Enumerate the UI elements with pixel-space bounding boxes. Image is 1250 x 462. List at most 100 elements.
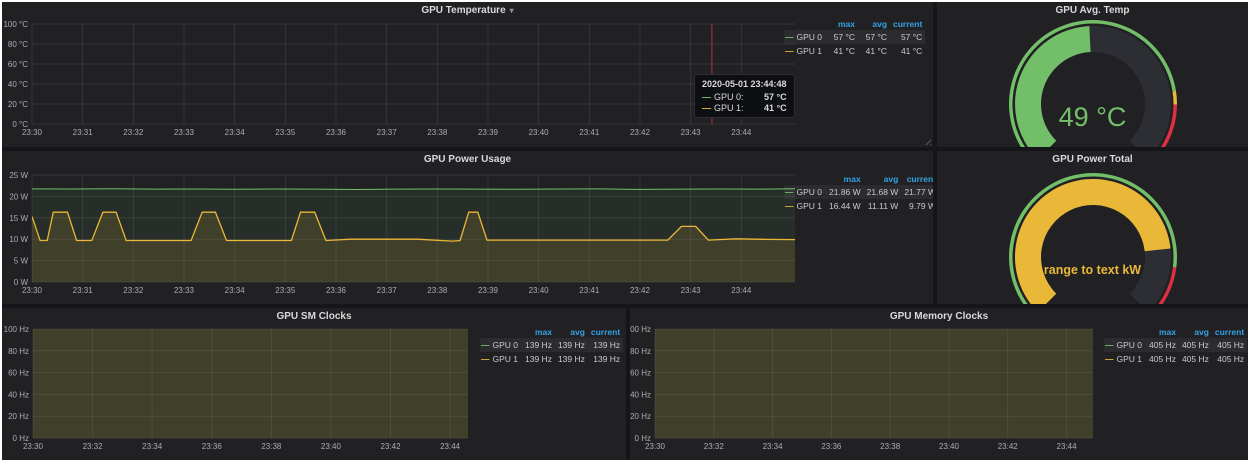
legend-value: 139 Hz	[522, 352, 555, 366]
series-color-dash: —	[785, 46, 794, 56]
svg-text:100 Hz: 100 Hz	[4, 325, 29, 334]
svg-text:80 °C: 80 °C	[8, 40, 28, 49]
chart-tooltip: 2020-05-01 23:44:48 — GPU 0: 57 °C — GPU…	[694, 74, 795, 118]
legend-row: —GPU 141 °C41 °C41 °C	[784, 44, 925, 58]
legend-value: 405 Hz	[1179, 338, 1212, 352]
legend-header-max[interactable]: max	[1146, 326, 1179, 338]
panel-gpu-avg-temp: GPU Avg. Temp 49 °C	[937, 2, 1248, 147]
panel-title-gpu-memory-clocks[interactable]: GPU Memory Clocks	[630, 311, 1248, 322]
panel-title-text: GPU Power Total	[1052, 154, 1132, 165]
legend-table: maxavgcurrent—GPU 0405 Hz405 Hz405 Hz—GP…	[1104, 326, 1247, 366]
svg-text:23:35: 23:35	[275, 128, 296, 137]
legend-row: —GPU 116.44 W11.11 W9.79 W	[784, 199, 933, 213]
svg-text:23:41: 23:41	[579, 128, 600, 137]
panel-title-gpu-sm-clocks[interactable]: GPU SM Clocks	[2, 311, 626, 322]
series-color-dash: —	[785, 32, 794, 42]
legend-header-avg[interactable]: avg	[1179, 326, 1212, 338]
svg-text:23:42: 23:42	[998, 442, 1019, 451]
legend-value: 57 °C	[890, 30, 925, 44]
svg-text:23:35: 23:35	[275, 286, 296, 295]
legend-header-max[interactable]: max	[826, 18, 858, 30]
legend-header-current[interactable]: current	[901, 173, 933, 185]
svg-text:60 °C: 60 °C	[8, 60, 28, 69]
legend-value: 405 Hz	[1212, 352, 1247, 366]
svg-text:23:41: 23:41	[579, 286, 600, 295]
gauge-value: 49 °C	[937, 102, 1248, 133]
panel-title-gpu-power-total[interactable]: GPU Power Total	[937, 154, 1248, 165]
panel-title-text: GPU SM Clocks	[276, 311, 351, 322]
panel-title-gpu-avg-temp[interactable]: GPU Avg. Temp	[937, 5, 1248, 16]
svg-text:23:32: 23:32	[83, 442, 104, 451]
legend-header-avg[interactable]: avg	[864, 173, 902, 185]
legend-series-name[interactable]: —GPU 1	[480, 352, 522, 366]
panel-title-gpu-temperature[interactable]: GPU Temperature ▾	[2, 5, 933, 16]
legend-series-name[interactable]: —GPU 1	[1104, 352, 1146, 366]
gpu-power-usage-legend: maxavgcurrent—GPU 021.86 W21.68 W21.77 W…	[784, 173, 933, 213]
panel-gpu-power-usage: GPU Power Usage 0 W5 W10 W15 W20 W25 W23…	[2, 151, 933, 304]
svg-text:60 Hz: 60 Hz	[630, 369, 651, 378]
svg-text:23:42: 23:42	[381, 442, 402, 451]
panel-title-text: GPU Power Usage	[424, 154, 511, 165]
series-color-dash: —	[702, 103, 711, 113]
series-color-dash: —	[1105, 354, 1114, 364]
legend-header-current[interactable]: current	[588, 326, 623, 338]
legend-header-max[interactable]: max	[522, 326, 555, 338]
series-color-dash: —	[785, 187, 794, 197]
svg-text:23:34: 23:34	[763, 442, 784, 451]
legend-header-current[interactable]: current	[890, 18, 925, 30]
series-color-dash: —	[481, 354, 490, 364]
legend-table: maxavgcurrent—GPU 021.86 W21.68 W21.77 W…	[784, 173, 933, 213]
svg-text:23:42: 23:42	[630, 128, 651, 137]
svg-text:23:40: 23:40	[529, 286, 550, 295]
svg-text:23:30: 23:30	[22, 286, 43, 295]
legend-series-name[interactable]: —GPU 0	[1104, 338, 1146, 352]
legend-value: 405 Hz	[1146, 352, 1179, 366]
legend-value: 11.11 W	[864, 199, 902, 213]
gpu-sm-clocks-legend: maxavgcurrent—GPU 0139 Hz139 Hz139 Hz—GP…	[480, 326, 623, 366]
panel-gpu-sm-clocks: GPU SM Clocks 0 Hz20 Hz40 Hz60 Hz80 Hz10…	[2, 308, 626, 460]
legend-series-name[interactable]: —GPU 1	[784, 44, 826, 58]
panel-title-text: GPU Temperature	[421, 5, 505, 16]
legend-row: —GPU 057 °C57 °C57 °C	[784, 30, 925, 44]
svg-text:23:43: 23:43	[681, 128, 702, 137]
legend-series-name[interactable]: —GPU 0	[784, 30, 826, 44]
svg-text:40 °C: 40 °C	[8, 80, 28, 89]
legend-header-avg[interactable]: avg	[555, 326, 588, 338]
svg-text:60 Hz: 60 Hz	[8, 369, 29, 378]
legend-header-avg[interactable]: avg	[858, 18, 890, 30]
legend-table: maxavgcurrent—GPU 057 °C57 °C57 °C—GPU 1…	[784, 18, 925, 58]
chevron-down-icon[interactable]: ▾	[510, 6, 514, 15]
series-color-dash: —	[785, 201, 794, 211]
svg-text:23:34: 23:34	[225, 286, 246, 295]
legend-value: 41 °C	[890, 44, 925, 58]
legend-value: 139 Hz	[555, 338, 588, 352]
legend-row: —GPU 021.86 W21.68 W21.77 W	[784, 185, 933, 199]
legend-value: 139 Hz	[555, 352, 588, 366]
series-color-dash: —	[481, 340, 490, 350]
svg-text:23:30: 23:30	[23, 442, 44, 451]
svg-text:23:38: 23:38	[427, 128, 448, 137]
gpu-power-total-gauge	[937, 151, 1248, 304]
legend-row: —GPU 0139 Hz139 Hz139 Hz	[480, 338, 623, 352]
legend-value: 41 °C	[826, 44, 858, 58]
legend-header-max[interactable]: max	[826, 173, 864, 185]
svg-text:80 Hz: 80 Hz	[630, 347, 651, 356]
svg-text:23:44: 23:44	[731, 286, 752, 295]
tooltip-row: — GPU 0: 57 °C	[702, 92, 787, 102]
panel-title-gpu-power-usage[interactable]: GPU Power Usage	[2, 154, 933, 165]
svg-text:23:33: 23:33	[174, 128, 195, 137]
tooltip-series-value: 57 °C	[754, 92, 787, 102]
svg-text:40 Hz: 40 Hz	[630, 390, 651, 399]
svg-text:23:37: 23:37	[377, 128, 398, 137]
panel-title-text: GPU Avg. Temp	[1055, 5, 1129, 16]
svg-text:23:30: 23:30	[645, 442, 666, 451]
panel-gpu-memory-clocks: GPU Memory Clocks 0 Hz20 Hz40 Hz60 Hz80 …	[630, 308, 1248, 460]
svg-text:23:34: 23:34	[142, 442, 163, 451]
legend-series-name[interactable]: —GPU 0	[784, 185, 826, 199]
gpu-memory-clocks-legend: maxavgcurrent—GPU 0405 Hz405 Hz405 Hz—GP…	[1104, 326, 1247, 366]
svg-text:23:43: 23:43	[681, 286, 702, 295]
legend-table: maxavgcurrent—GPU 0139 Hz139 Hz139 Hz—GP…	[480, 326, 623, 366]
legend-series-name[interactable]: —GPU 1	[784, 199, 826, 213]
legend-series-name[interactable]: —GPU 0	[480, 338, 522, 352]
legend-header-current[interactable]: current	[1212, 326, 1247, 338]
